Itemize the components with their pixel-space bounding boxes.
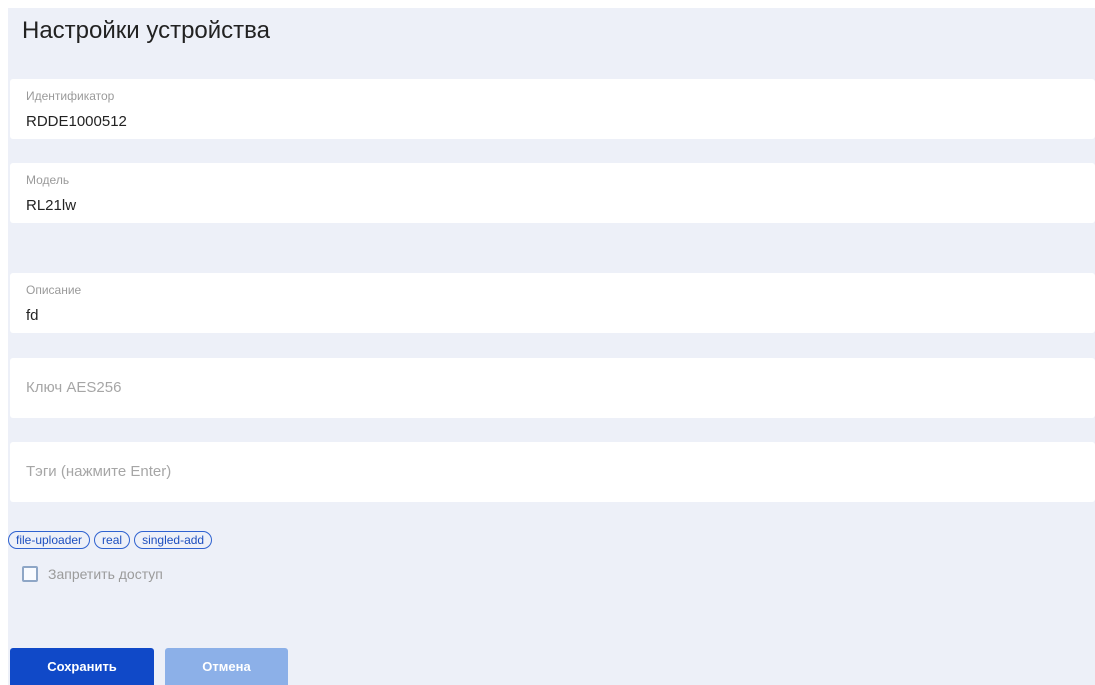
save-button[interactable]: Сохранить [10,648,154,685]
model-label: Модель [26,173,70,187]
aes-key-placeholder: Ключ AES256 [26,379,122,396]
page-title: Настройки устройства [22,17,270,44]
identifier-field[interactable]: Идентификатор RDDE1000512 [10,79,1095,139]
tag-chip[interactable]: singled-add [134,531,213,549]
model-value[interactable]: RL21lw [26,197,76,214]
device-settings-panel: Настройки устройства Идентификатор RDDE1… [8,8,1095,685]
description-value[interactable]: fd [26,307,39,324]
aes-key-field[interactable]: Ключ AES256 [10,358,1095,418]
tags-input-field[interactable]: Тэги (нажмите Enter) [10,442,1095,502]
deny-access-row[interactable]: Запретить доступ [22,566,163,582]
tag-list: file-uploader real singled-add [8,531,213,549]
model-field[interactable]: Модель RL21lw [10,163,1095,223]
tags-input-placeholder: Тэги (нажмите Enter) [26,463,172,480]
deny-access-checkbox[interactable] [22,566,38,582]
identifier-label: Идентификатор [26,89,115,103]
tag-chip[interactable]: real [94,531,131,549]
description-field[interactable]: Описание fd [10,273,1095,333]
tag-chip[interactable]: file-uploader [8,531,91,549]
description-label: Описание [26,283,82,297]
deny-access-label: Запретить доступ [48,566,163,582]
cancel-button[interactable]: Отмена [165,648,288,685]
identifier-value[interactable]: RDDE1000512 [26,113,127,130]
